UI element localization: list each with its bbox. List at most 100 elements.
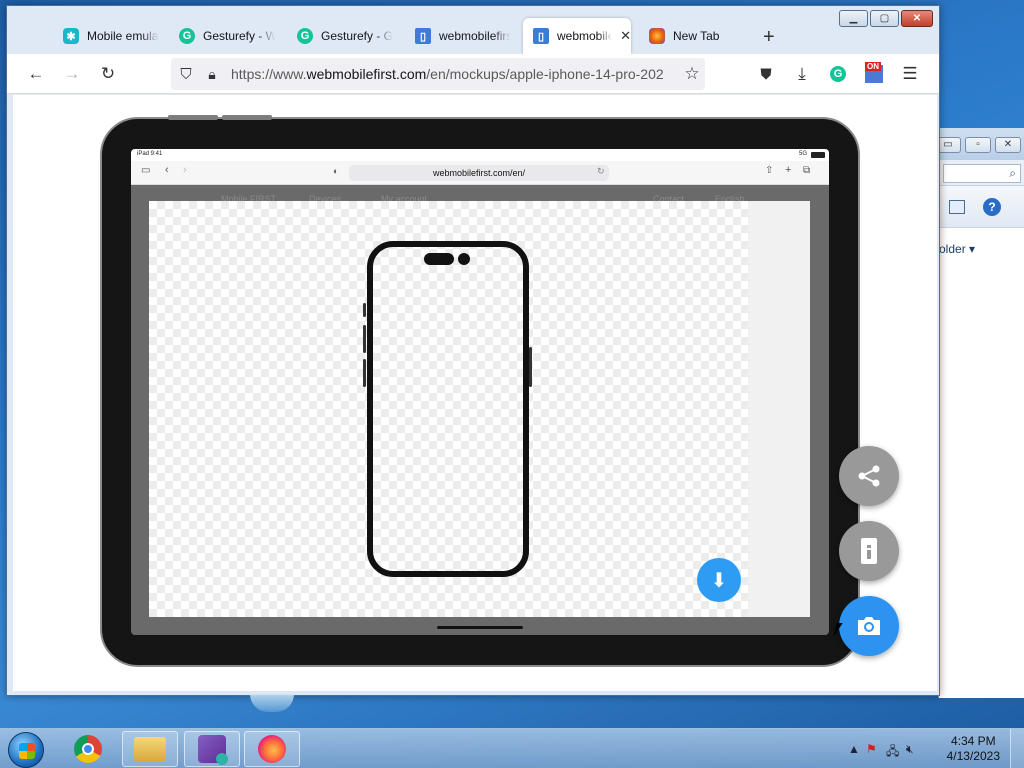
privacy-icon: ◐	[333, 166, 339, 176]
tab-mobile-emulator[interactable]: ✱ Mobile emula	[53, 18, 167, 54]
tracking-shield-icon[interactable]: ⛉	[175, 63, 197, 85]
camera-icon	[858, 617, 880, 635]
ipad-safari-toolbar: ▭ ‹ › ◐ webmobilefirst.com/en/ ↻ ⇧ + ⧉	[131, 161, 829, 185]
ipad-status-bar: iPad 9:41 5G	[131, 149, 829, 161]
phone-side-button	[363, 325, 366, 353]
background-search-input[interactable]: ⌕	[943, 164, 1021, 183]
network-icon[interactable]: 🖧︎	[886, 742, 899, 763]
close-button[interactable]: ✕	[901, 10, 933, 27]
search-icon: ⌕	[1009, 166, 1016, 180]
taskbar-chrome[interactable]	[60, 731, 116, 767]
ipad-back-icon: ‹	[165, 164, 169, 176]
page-content: iPad 9:41 5G ▭ ‹ › ◐ webmobilefirst.com/…	[13, 95, 937, 691]
phone-power-button	[529, 347, 532, 387]
forward-arrow-icon[interactable]: →	[61, 63, 83, 85]
url-host: webmobilefirst.com	[306, 66, 427, 82]
download-button[interactable]: ⬇	[697, 558, 741, 602]
extension-on-badge: ON	[865, 62, 881, 71]
url-text[interactable]: https://www.webmobilefirst.com/en/mockup…	[231, 66, 671, 82]
download-icon: ⬇	[710, 569, 728, 592]
page-icon: ▯	[415, 28, 431, 44]
tab-label: Gesturefy - Ge	[321, 29, 393, 43]
phone-side-button	[363, 303, 366, 317]
reload-icon[interactable]: ↻	[97, 63, 119, 85]
layout-pane-icon[interactable]	[949, 200, 965, 214]
firefox-window: ▁ ▢ ✕ ✱ Mobile emula G Gesturefy - W G G…	[6, 5, 940, 696]
phone-icon	[861, 538, 877, 564]
new-folder-button[interactable]: older ▾	[939, 242, 975, 256]
ipad-address-bar: webmobilefirst.com/en/	[349, 165, 609, 181]
tab-label: webmobile	[557, 29, 613, 43]
front-camera	[458, 253, 470, 265]
tab-gesturefy-2[interactable]: G Gesturefy - Ge	[287, 18, 401, 54]
device-info-button[interactable]	[839, 521, 899, 581]
grammarly-icon: G	[297, 28, 313, 44]
preview-edge	[748, 201, 810, 617]
tab-webmobilefirst-active[interactable]: ▯ webmobile ✕	[523, 18, 631, 54]
ipad-status-signal: 5G	[798, 151, 807, 157]
ipad-tabs-icon: ⧉	[803, 165, 811, 176]
tab-label: Mobile emula	[87, 29, 159, 43]
firefox-icon	[649, 28, 665, 44]
taskbar-vs-installer[interactable]	[184, 731, 240, 767]
tab-strip: ✱ Mobile emula G Gesturefy - W G Gesture…	[7, 14, 837, 54]
background-title-bar: ▭ ▫ ✕	[935, 128, 1024, 160]
firefox-icon	[258, 735, 286, 763]
new-tab-button[interactable]: +	[763, 27, 775, 47]
desktop-icon[interactable]	[250, 694, 294, 712]
start-button[interactable]	[8, 732, 44, 768]
tablet-top-button	[168, 115, 218, 120]
tab-label: webmobilefirs	[439, 29, 511, 43]
minimize-button[interactable]: ▁	[839, 10, 868, 27]
background-close-button[interactable]: ✕	[995, 137, 1021, 153]
clock-date: 4/13/2023	[946, 749, 1000, 763]
page-icon: ▯	[533, 28, 549, 44]
tab-label: New Tab	[673, 29, 720, 43]
downloads-icon[interactable]: ⤓	[791, 63, 813, 85]
tab-webmobilefirst-1[interactable]: ▯ webmobilefirs	[405, 18, 519, 54]
pocket-icon[interactable]: ⛊	[755, 63, 777, 85]
mockup-preview-canvas: ⬇	[149, 201, 810, 617]
taskbar: ▲ ⚑ 🖧︎ 🔇︎ 4:34 PM 4/13/2023	[0, 728, 1024, 768]
lock-icon[interactable]: 🔒︎	[201, 63, 223, 85]
tab-new-tab[interactable]: New Tab	[639, 18, 749, 54]
background-maximize-button[interactable]: ▫	[965, 137, 991, 153]
show-hidden-icons-icon[interactable]: ▲	[848, 742, 860, 756]
window-controls: ▁ ▢ ✕	[839, 10, 933, 27]
navigation-toolbar: ← → ↻ ⛉ 🔒︎ https://www.webmobilefirst.co…	[7, 54, 939, 94]
puzzle-icon: ✱	[63, 28, 79, 44]
bookmark-star-icon[interactable]: ☆	[681, 63, 703, 85]
share-icon	[858, 465, 880, 487]
extension-icon[interactable]: ON	[863, 62, 885, 85]
action-center-flag-icon[interactable]: ⚑	[866, 742, 877, 756]
ipad-screen: iPad 9:41 5G ▭ ‹ › ◐ webmobilefirst.com/…	[131, 149, 829, 635]
maximize-button[interactable]: ▢	[870, 10, 899, 27]
url-bar[interactable]: ⛉ 🔒︎ https://www.webmobilefirst.com/en/m…	[171, 58, 705, 90]
ipad-forward-icon: ›	[183, 164, 187, 176]
explorer-icon	[134, 737, 166, 761]
taskbar-firefox[interactable]	[244, 731, 300, 767]
close-tab-icon[interactable]: ✕	[620, 28, 631, 44]
help-icon[interactable]: ?	[983, 198, 1001, 216]
share-button[interactable]	[839, 446, 899, 506]
taskbar-explorer[interactable]	[122, 731, 178, 767]
tab-label: Gesturefy - W	[203, 29, 275, 43]
home-indicator	[437, 626, 523, 629]
ipad-share-icon: ⇧	[765, 165, 774, 176]
url-path: /en/mockups/apple-iphone-14-pro-202	[426, 66, 664, 82]
ipad-status-time: iPad 9:41	[137, 151, 163, 157]
volume-icon[interactable]: 🔇︎	[906, 742, 914, 757]
grammarly-extension-icon[interactable]: G	[827, 63, 849, 85]
hamburger-menu-icon[interactable]: ☰	[899, 63, 921, 85]
sidebar-icon: ▭	[141, 165, 151, 176]
tab-gesturefy-1[interactable]: G Gesturefy - W	[169, 18, 283, 54]
show-desktop-button[interactable]	[1010, 729, 1024, 768]
background-toolbar: ? older ▾	[939, 186, 1024, 256]
back-arrow-icon[interactable]: ←	[25, 63, 47, 85]
chrome-icon	[74, 735, 102, 763]
clock-time: 4:34 PM	[950, 734, 996, 748]
tablet-top-button	[222, 115, 272, 120]
screenshot-button[interactable]	[839, 596, 899, 656]
ipad-reload-icon: ↻	[597, 166, 605, 176]
clock[interactable]: 4:34 PM 4/13/2023	[947, 734, 1000, 764]
